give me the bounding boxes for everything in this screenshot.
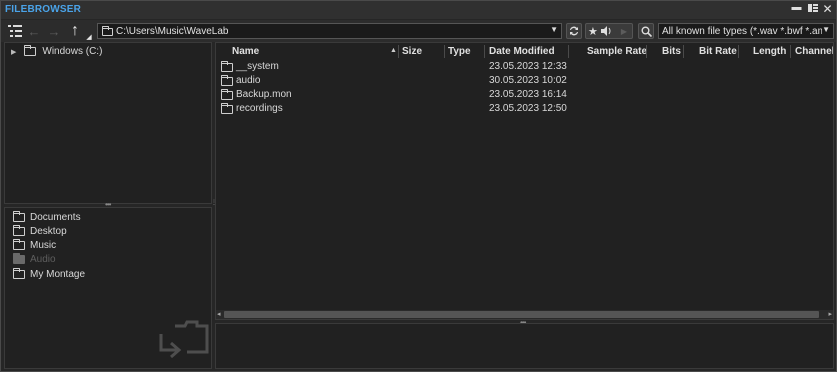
file-type-filter-text: All known file types (*.wav *.bwf *.am <box>662 25 826 37</box>
folder-icon <box>221 75 233 86</box>
file-row[interactable]: recordings 23.05.2023 12:50 <box>216 102 834 116</box>
sync-icon <box>570 26 578 36</box>
favorite-item-audio[interactable]: Audio <box>13 253 56 266</box>
file-date: 23.05.2023 12:50 <box>489 103 567 114</box>
back-arrow-icon[interactable]: ← <box>26 22 42 40</box>
column-header-bits[interactable]: Bits <box>662 43 681 60</box>
column-label: Sample Rate <box>587 46 648 57</box>
column-header-length[interactable]: Length <box>753 43 786 60</box>
path-field[interactable]: C:\Users\Music\WaveLab ▼ <box>97 23 562 39</box>
add-favorite-folder-icon[interactable] <box>157 320 209 360</box>
chevron-down-icon[interactable]: ▼ <box>822 25 830 34</box>
toolbar: ← → ↑ ◢ C:\Users\Music\WaveLab ▼ ★ ▶ All… <box>1 20 836 42</box>
favorite-item-music[interactable]: Music <box>13 239 56 252</box>
column-label: Bits <box>662 46 681 57</box>
search-button[interactable] <box>638 23 654 39</box>
column-separator[interactable] <box>738 45 739 58</box>
column-label: Date Modified <box>489 46 555 57</box>
favorite-item-label: Music <box>30 240 57 251</box>
file-date: 30.05.2023 10:02 <box>489 75 567 86</box>
column-separator[interactable] <box>568 45 569 58</box>
column-header-channels[interactable]: Channels <box>795 43 833 60</box>
star-icon[interactable]: ★ <box>588 25 598 38</box>
column-label: Name <box>232 46 260 57</box>
column-label: Type <box>448 46 471 57</box>
favorites-preview-group: ★ ▶ <box>585 23 633 39</box>
title-bar: FILEBROWSER ▬ ✕ <box>1 1 836 19</box>
folder-icon <box>221 89 233 100</box>
column-separator[interactable] <box>444 45 445 58</box>
scrollbar-thumb[interactable] <box>224 311 819 318</box>
file-name: Backup.mon <box>236 89 292 100</box>
column-header-name[interactable]: Name <box>232 43 259 60</box>
column-header-sample-rate[interactable]: Sample Rate <box>587 43 647 60</box>
column-separator[interactable] <box>398 45 399 58</box>
favorite-item-label: Documents <box>30 212 81 223</box>
favorite-item-my-montage[interactable]: My Montage <box>13 268 85 281</box>
favorite-item-label: Desktop <box>30 226 67 237</box>
up-arrow-icon[interactable]: ↑ <box>65 22 85 40</box>
column-header-type[interactable]: Type <box>448 43 471 60</box>
file-row[interactable]: __system 23.05.2023 12:33 <box>216 60 834 74</box>
column-separator[interactable] <box>646 45 647 58</box>
search-icon <box>641 26 652 37</box>
tree-item-label: Windows (C:) <box>42 46 103 57</box>
file-name: recordings <box>236 103 283 114</box>
column-label: Bit Rate <box>699 46 737 57</box>
file-row[interactable]: audio 30.05.2023 10:02 <box>216 74 834 88</box>
favorite-item-label: My Montage <box>30 269 86 280</box>
file-date: 23.05.2023 12:33 <box>489 61 567 72</box>
sync-button[interactable] <box>566 23 582 39</box>
minimize-icon[interactable]: ▬ <box>790 1 803 14</box>
favorites-pane[interactable]: Documents Desktop Music Audio My Montage <box>4 207 212 369</box>
file-type-filter[interactable]: All known file types (*.wav *.bwf *.am ▼ <box>658 23 834 39</box>
path-text: C:\Users\Music\WaveLab <box>116 25 229 37</box>
folder-icon <box>221 103 233 114</box>
column-separator[interactable] <box>790 45 791 58</box>
folder-icon <box>13 225 25 236</box>
file-name: audio <box>236 75 261 86</box>
file-list-pane[interactable]: Name ▲ Size Type Date Modified Sample Ra… <box>215 42 834 320</box>
column-header-date-modified[interactable]: Date Modified <box>489 43 555 60</box>
column-label: Length <box>753 46 787 57</box>
file-name: __system <box>236 61 279 72</box>
folder-icon <box>102 26 113 36</box>
column-header-size[interactable]: Size <box>402 43 422 60</box>
file-row[interactable]: Backup.mon 23.05.2023 16:14 <box>216 88 834 102</box>
column-label: Channels <box>795 46 833 57</box>
column-header-bit-rate[interactable]: Bit Rate <box>699 43 737 60</box>
tree-item-windows[interactable]: ▶ Windows (C:) <box>11 45 102 58</box>
folder-icon <box>13 268 25 279</box>
close-icon[interactable]: ✕ <box>821 3 834 16</box>
favorite-item-documents[interactable]: Documents <box>13 211 81 224</box>
chevron-down-icon[interactable]: ▼ <box>550 25 558 34</box>
folder-icon <box>221 61 233 72</box>
folder-icon <box>13 253 25 264</box>
file-date: 23.05.2023 16:14 <box>489 89 567 100</box>
scroll-right-icon[interactable]: ▸ <box>828 310 832 318</box>
folder-icon <box>24 45 37 56</box>
expand-arrow-icon[interactable]: ▶ <box>11 48 16 56</box>
list-tree-icon <box>8 25 22 37</box>
view-options-button[interactable] <box>5 22 25 40</box>
folder-tree-pane[interactable]: ▶ Windows (C:) <box>4 42 212 204</box>
column-separator[interactable] <box>683 45 684 58</box>
forward-arrow-icon[interactable]: → <box>46 22 62 40</box>
column-label: Size <box>402 46 423 57</box>
play-icon[interactable]: ▶ <box>621 27 627 36</box>
filebrowser-window: FILEBROWSER ▬ ✕ ← → ↑ ◢ C:\Users\Music\W… <box>0 0 837 372</box>
column-separator[interactable] <box>484 45 485 58</box>
favorite-item-desktop[interactable]: Desktop <box>13 225 67 238</box>
preview-pane <box>215 323 834 369</box>
layout-menu-icon[interactable] <box>806 3 819 16</box>
speaker-icon[interactable] <box>600 26 613 36</box>
sort-ascending-icon[interactable]: ▲ <box>390 47 397 54</box>
favorite-item-label: Audio <box>30 254 56 265</box>
folder-icon <box>13 211 25 222</box>
scroll-left-icon[interactable]: ◂ <box>217 310 221 318</box>
window-title: FILEBROWSER <box>5 4 82 15</box>
folder-icon <box>13 239 25 250</box>
